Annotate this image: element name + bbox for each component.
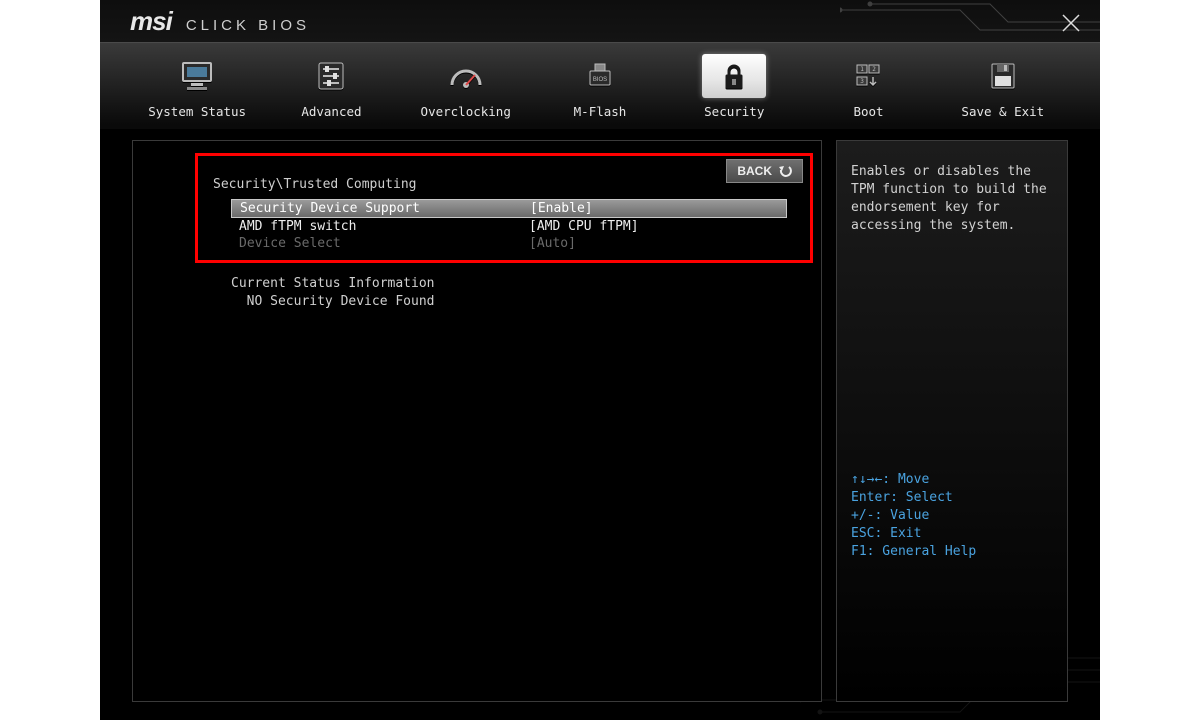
undo-icon bbox=[778, 164, 792, 178]
tab-save-exit[interactable]: Save & Exit bbox=[936, 54, 1070, 129]
back-button[interactable]: BACK bbox=[726, 159, 803, 183]
tab-boot[interactable]: 1 2 3 Boot bbox=[801, 54, 935, 129]
setting-row-device-select: Device Select [Auto] bbox=[231, 235, 787, 252]
tab-label: Boot bbox=[853, 104, 883, 119]
hint-value: +/-: Value bbox=[851, 507, 976, 525]
svg-text:3: 3 bbox=[860, 78, 864, 85]
tab-system-status[interactable]: System Status bbox=[130, 54, 264, 129]
tab-label: Overclocking bbox=[421, 104, 511, 119]
hint-select: Enter: Select bbox=[851, 489, 976, 507]
logo: msi CLICK BIOS bbox=[130, 6, 310, 37]
setting-name: Security Device Support bbox=[240, 201, 530, 216]
tab-bar: System Status Advanced Overclocking BIOS… bbox=[100, 42, 1100, 130]
key-hints: ↑↓→←: Move Enter: Select +/-: Value ESC:… bbox=[851, 471, 976, 561]
sliders-icon bbox=[311, 59, 351, 93]
setting-name: Device Select bbox=[239, 236, 529, 251]
status-info: Current Status Information NO Security D… bbox=[231, 275, 435, 311]
logo-title: CLICK BIOS bbox=[186, 17, 310, 34]
tab-label: M-Flash bbox=[574, 104, 627, 119]
gauge-icon bbox=[446, 59, 486, 93]
setting-value: [AMD CPU fTPM] bbox=[529, 219, 779, 234]
breadcrumb: Security\Trusted Computing bbox=[213, 177, 417, 192]
help-panel: Enables or disables the TPM function to … bbox=[836, 140, 1068, 702]
boot-order-icon: 1 2 3 bbox=[849, 59, 889, 93]
tab-label: Advanced bbox=[301, 104, 361, 119]
status-line: NO Security Device Found bbox=[231, 293, 435, 311]
tab-security[interactable]: Security bbox=[667, 54, 801, 129]
logo-brand: msi bbox=[130, 6, 172, 37]
hint-exit: ESC: Exit bbox=[851, 525, 976, 543]
status-heading: Current Status Information bbox=[231, 275, 435, 293]
hint-move: ↑↓→←: Move bbox=[851, 471, 976, 489]
usb-bios-icon: BIOS bbox=[580, 59, 620, 93]
tab-overclocking[interactable]: Overclocking bbox=[399, 54, 533, 129]
settings-list: Security Device Support [Enable] AMD fTP… bbox=[231, 199, 787, 252]
svg-text:BIOS: BIOS bbox=[593, 77, 607, 83]
back-label: BACK bbox=[737, 164, 772, 178]
main-panel: Security\Trusted Computing BACK Security… bbox=[132, 140, 822, 702]
setting-row-amd-ftpm-switch[interactable]: AMD fTPM switch [AMD CPU fTPM] bbox=[231, 218, 787, 235]
setting-name: AMD fTPM switch bbox=[239, 219, 529, 234]
floppy-icon bbox=[983, 59, 1023, 93]
setting-value: [Auto] bbox=[529, 236, 779, 251]
hint-help: F1: General Help bbox=[851, 543, 976, 561]
monitor-icon bbox=[177, 59, 217, 93]
close-button[interactable] bbox=[1060, 12, 1082, 34]
svg-text:2: 2 bbox=[872, 66, 876, 73]
svg-text:1: 1 bbox=[860, 66, 864, 73]
tab-label: Save & Exit bbox=[961, 104, 1044, 119]
tab-label: System Status bbox=[148, 104, 246, 119]
tab-mflash[interactable]: BIOS M-Flash bbox=[533, 54, 667, 129]
tab-label: Security bbox=[704, 104, 764, 119]
lock-icon bbox=[714, 59, 754, 93]
setting-value: [Enable] bbox=[530, 201, 778, 216]
tab-advanced[interactable]: Advanced bbox=[264, 54, 398, 129]
close-icon bbox=[1060, 12, 1082, 34]
setting-row-security-device-support[interactable]: Security Device Support [Enable] bbox=[231, 199, 787, 218]
help-text: Enables or disables the TPM function to … bbox=[851, 163, 1053, 235]
